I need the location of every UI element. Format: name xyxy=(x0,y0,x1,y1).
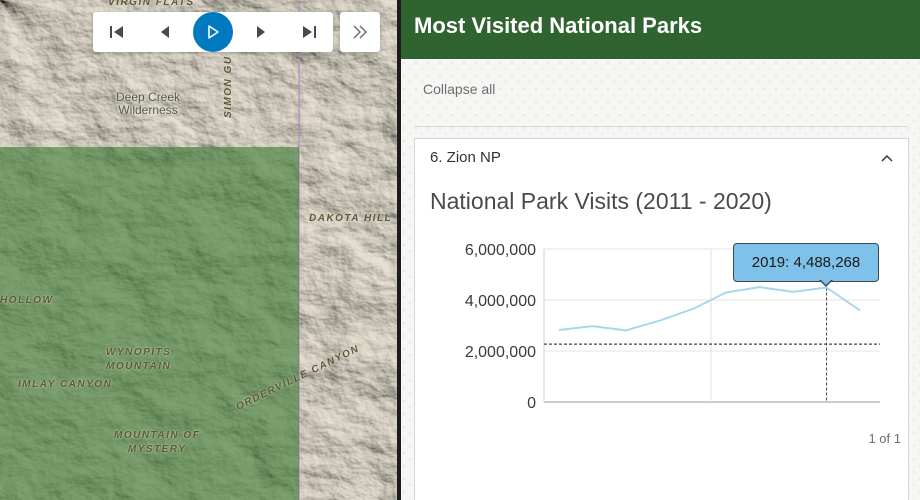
play-icon xyxy=(208,25,219,39)
panel-body: Collapse all 6. Zion NP National Park Vi… xyxy=(401,59,920,500)
side-panel: Most Visited National Parks Collapse all… xyxy=(401,0,920,500)
skip-forward-icon xyxy=(303,26,316,38)
park-overlay xyxy=(0,147,299,500)
step-back-icon xyxy=(161,26,169,38)
expand-panel-button[interactable] xyxy=(340,12,380,52)
double-chevron-right-icon xyxy=(353,25,368,39)
step-forward-button[interactable] xyxy=(241,12,281,52)
panel-header: Most Visited National Parks xyxy=(401,0,920,59)
feature-card: 6. Zion NP National Park Visits (2011 - … xyxy=(414,138,909,500)
y-tick-label: 2,000,000 xyxy=(465,344,536,361)
y-tick-label: 4,000,000 xyxy=(465,293,536,310)
panel-title: Most Visited National Parks xyxy=(414,13,703,38)
chevron-up-icon[interactable] xyxy=(880,151,894,165)
tooltip-arrow-fill xyxy=(820,279,832,285)
pager-status: 1 of 1 xyxy=(868,431,901,446)
step-back-button[interactable] xyxy=(145,12,185,52)
terrain-basemap xyxy=(0,0,397,500)
skip-forward-button[interactable] xyxy=(289,12,329,52)
play-button[interactable] xyxy=(193,12,233,52)
y-tick-label: 6,000,000 xyxy=(465,242,536,259)
skip-back-button[interactable] xyxy=(97,12,137,52)
series-line xyxy=(558,286,861,332)
collapse-all-button[interactable]: Collapse all xyxy=(423,81,495,97)
chart-tooltip: 2019: 4,488,268 xyxy=(733,243,879,282)
chart-title: National Park Visits (2011 - 2020) xyxy=(430,188,772,214)
map-view[interactable]: VIRGIN FLATS Deep Creek Wilderness SIMON… xyxy=(0,0,397,500)
card-title: 6. Zion NP xyxy=(430,149,501,166)
step-forward-icon xyxy=(257,26,265,38)
card-header[interactable]: 6. Zion NP xyxy=(415,139,908,177)
y-tick-label: 0 xyxy=(527,395,536,412)
divider xyxy=(414,126,907,127)
playback-controls xyxy=(93,12,333,52)
skip-back-icon xyxy=(110,26,123,38)
